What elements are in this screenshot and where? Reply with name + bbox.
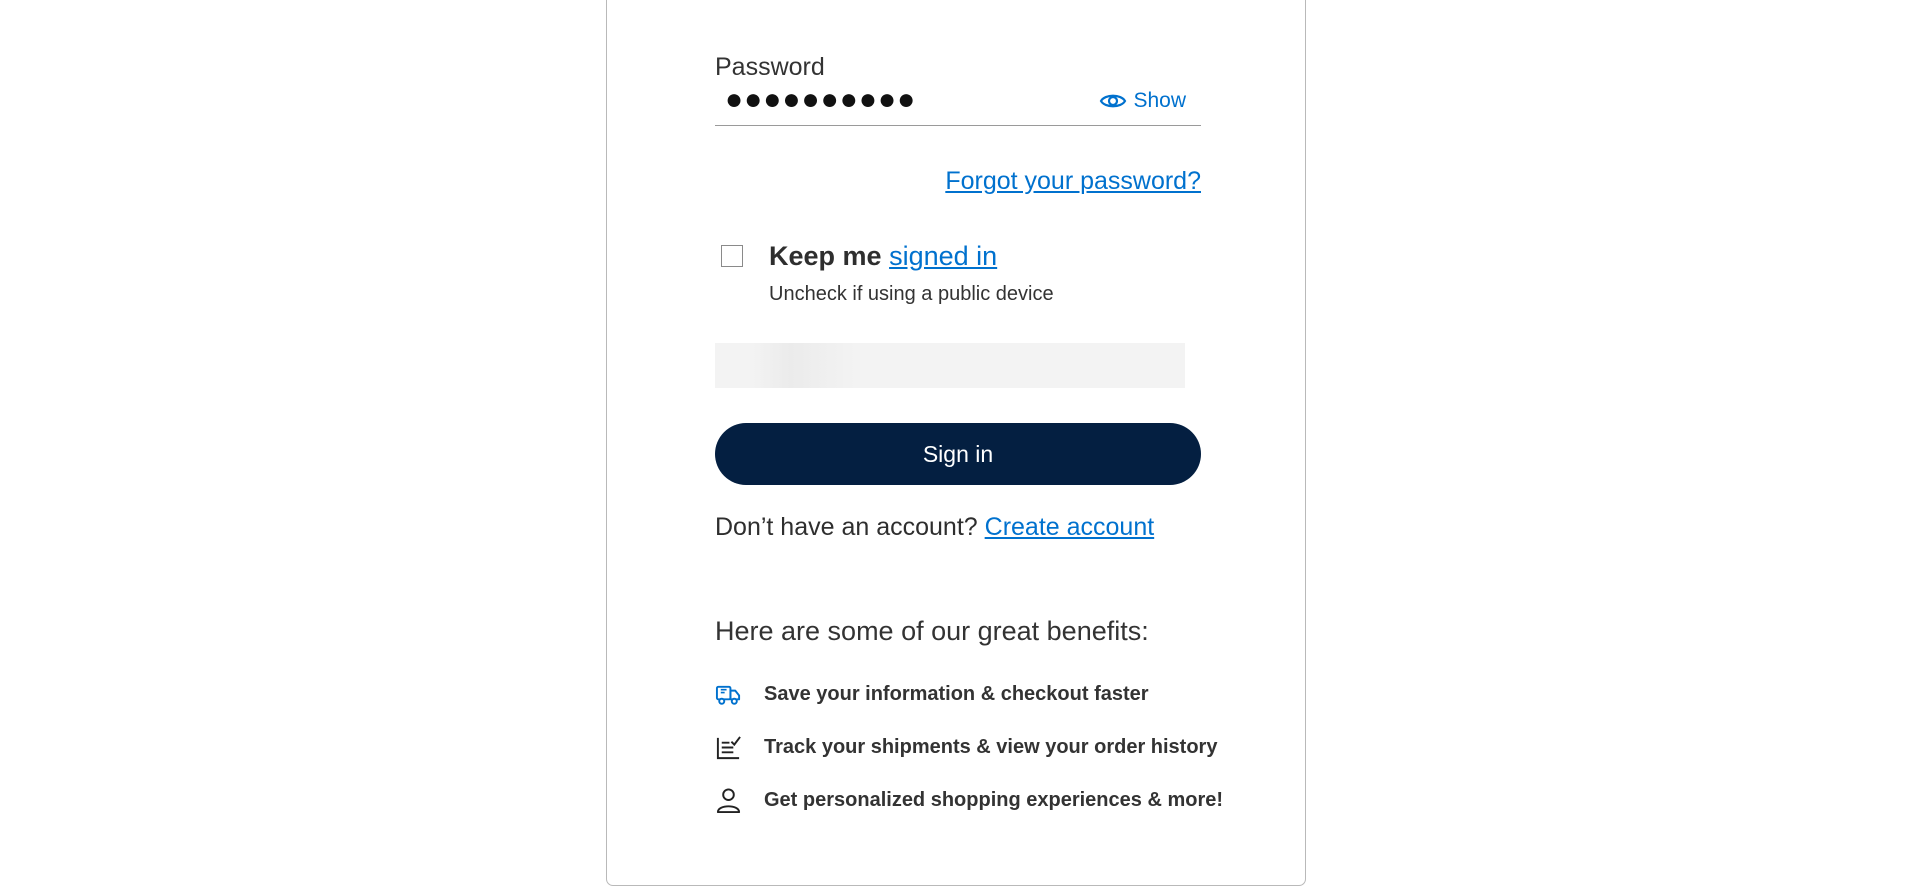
keep-signed-in-label[interactable]: Keep me signed in — [769, 241, 997, 272]
keep-signed-in-prefix[interactable]: Keep me — [769, 241, 882, 271]
person-icon — [716, 788, 741, 814]
keep-signed-in-hint: Uncheck if using a public device — [769, 283, 1054, 305]
benefits-title: Here are some of our great benefits: — [715, 616, 1149, 646]
create-account-link[interactable]: Create account — [985, 513, 1155, 541]
show-password-button[interactable]: Show — [1099, 89, 1186, 113]
no-account-prompt: Don’t have an account? Create account — [715, 513, 1154, 542]
benefit-item: Save your information & checkout faster — [715, 681, 1149, 708]
password-field[interactable]: ●●●●●●●●●● Show — [715, 83, 1201, 126]
signin-form: Password ●●●●●●●●●● Show Forgot your pas… — [715, 0, 1223, 887]
password-value[interactable]: ●●●●●●●●●● — [725, 83, 916, 117]
forgot-password-link[interactable]: Forgot your password? — [945, 167, 1201, 196]
sign-in-button[interactable]: Sign in — [715, 423, 1201, 485]
benefit-item: Track your shipments & view your order h… — [715, 734, 1217, 761]
loading-placeholder — [715, 343, 1185, 388]
password-label: Password — [715, 53, 825, 81]
list-check-icon — [716, 736, 741, 760]
benefit-text: Track your shipments & view your order h… — [764, 736, 1218, 758]
signin-card: Password ●●●●●●●●●● Show Forgot your pas… — [606, 0, 1306, 886]
no-account-text: Don’t have an account? — [715, 513, 978, 541]
benefit-text: Get personalized shopping experiences & … — [764, 789, 1224, 811]
benefit-item: Get personalized shopping experiences & … — [715, 787, 1223, 814]
show-password-label[interactable]: Show — [1133, 89, 1186, 113]
signed-in-link[interactable]: signed in — [889, 241, 997, 271]
eye-icon — [1100, 94, 1127, 108]
benefit-text: Save your information & checkout faster — [764, 683, 1149, 705]
truck-icon — [715, 685, 741, 705]
keep-signed-in-checkbox[interactable] — [721, 245, 743, 267]
